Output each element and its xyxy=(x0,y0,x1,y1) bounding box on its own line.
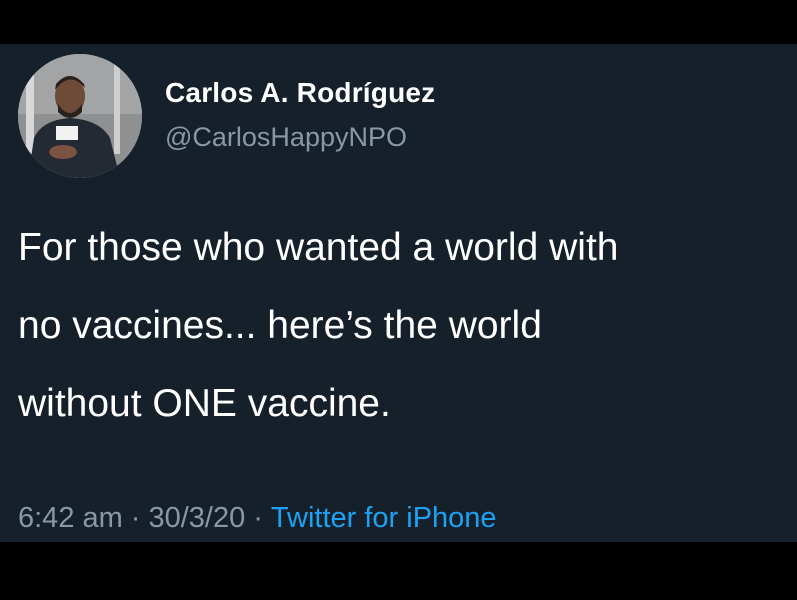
tweet-text-line: without ONE vaccine. xyxy=(18,382,391,425)
meta-separator: · xyxy=(130,502,141,534)
profile-photo-icon xyxy=(18,54,142,178)
tweet-body: For those who wanted a world with no vac… xyxy=(18,209,797,443)
tweet-meta: 6:42 am · 30/3/20 · Twitter for iPhone xyxy=(18,502,497,535)
tweet-source-link[interactable]: Twitter for iPhone xyxy=(271,502,497,534)
tweet-date[interactable]: 30/3/20 xyxy=(148,502,245,534)
tweet-text-line: For those who wanted a world with xyxy=(18,226,619,269)
tweet-card: Carlos A. Rodríguez @CarlosHappyNPO For … xyxy=(0,44,797,542)
meta-separator: · xyxy=(253,502,263,534)
author-handle[interactable]: @CarlosHappyNPO xyxy=(165,122,407,153)
author-display-name[interactable]: Carlos A. Rodríguez xyxy=(165,77,435,109)
screenshot-frame: Carlos A. Rodríguez @CarlosHappyNPO For … xyxy=(0,0,797,600)
tweet-text-line: no vaccines... here’s the world xyxy=(18,304,542,347)
author-avatar[interactable] xyxy=(18,54,142,178)
tweet-time[interactable]: 6:42 am xyxy=(18,502,123,534)
